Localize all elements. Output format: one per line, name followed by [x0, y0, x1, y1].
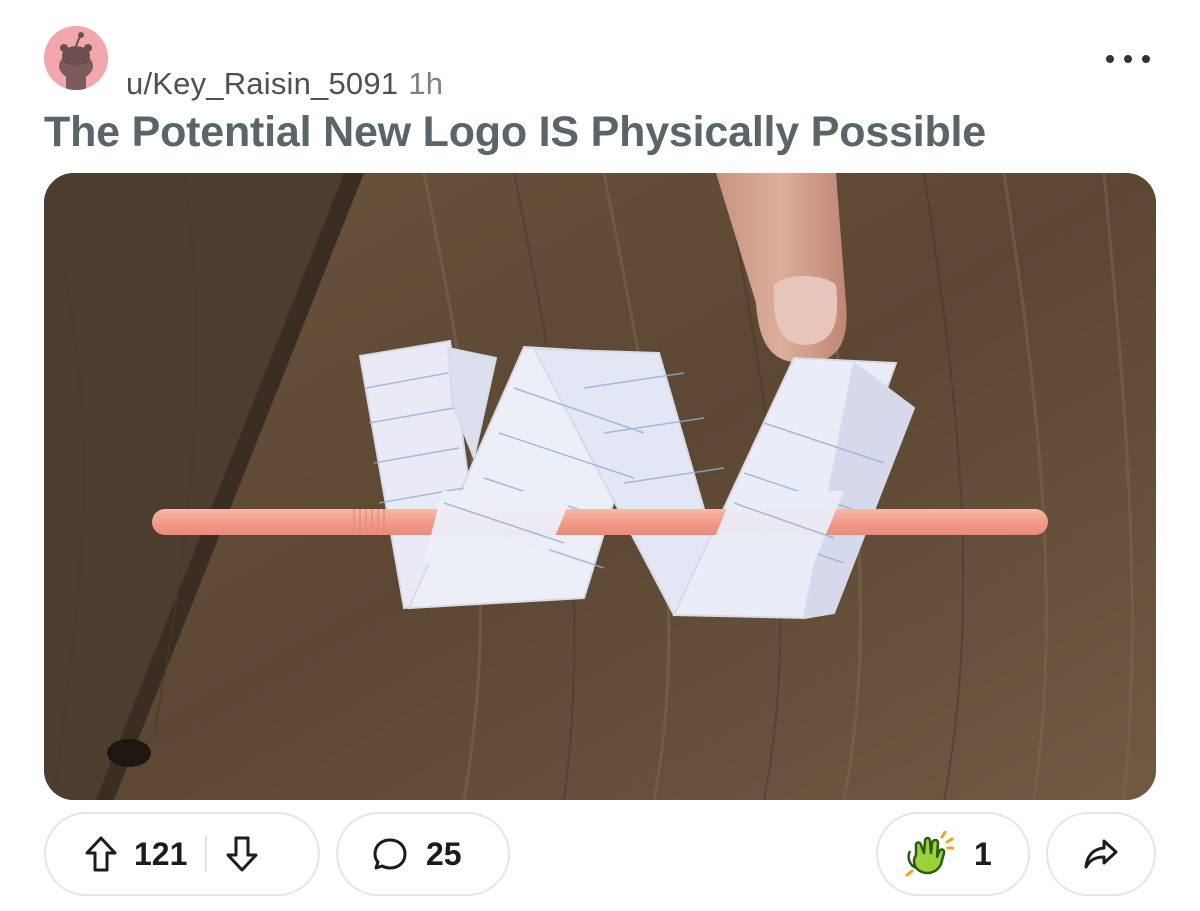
post-actions: 121 25 1	[44, 812, 1156, 898]
arrow-up-icon[interactable]	[84, 835, 118, 873]
snoo-avatar-icon	[44, 26, 108, 90]
post-meta: u/Key_Raisin_5091 1h	[126, 66, 443, 102]
vote-count: 121	[134, 835, 188, 872]
avatar[interactable]	[44, 26, 108, 90]
award-button[interactable]: 1	[876, 812, 1030, 896]
post-title[interactable]: The Potential New Logo IS Physically Pos…	[44, 108, 986, 157]
more-options-icon[interactable]	[1106, 50, 1150, 70]
vote-divider	[205, 836, 208, 872]
post-image[interactable]	[44, 173, 1156, 800]
folded-paper-logo-photo	[44, 173, 1156, 800]
award-count: 1	[974, 835, 992, 872]
author-link[interactable]: u/Key_Raisin_5091	[126, 66, 398, 101]
comment-count: 25	[426, 835, 462, 872]
share-button[interactable]	[1046, 812, 1156, 896]
vote-bar: 121	[44, 812, 320, 896]
post-time: 1h	[408, 66, 444, 101]
share-arrow-icon	[1083, 838, 1119, 870]
post-header: u/Key_Raisin_5091 1h	[44, 26, 1156, 101]
clapping-hands-icon	[904, 831, 954, 877]
speech-bubble-icon	[372, 836, 408, 872]
comments-button[interactable]: 25	[336, 812, 510, 896]
arrow-down-icon[interactable]	[225, 835, 259, 873]
